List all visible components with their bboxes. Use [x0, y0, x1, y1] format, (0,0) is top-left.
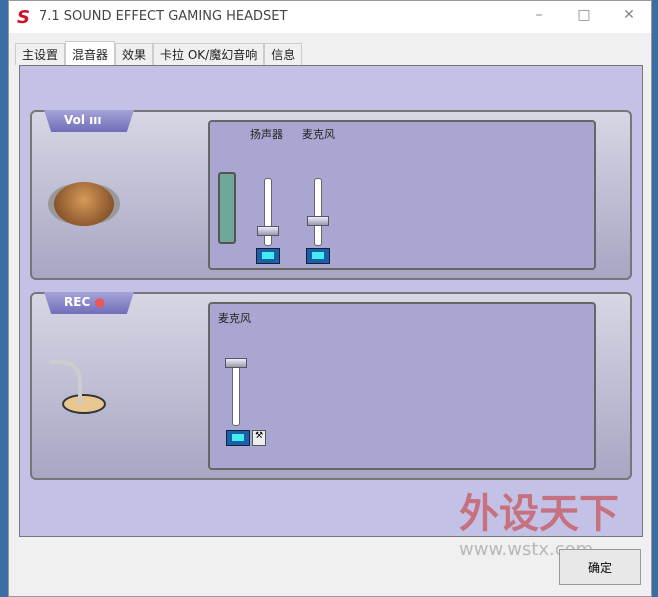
speaker-mute-button[interactable] [256, 248, 280, 264]
mic-boost-icon[interactable]: ⚒ [252, 430, 266, 446]
maximize-button[interactable]: □ [569, 7, 599, 23]
tab-effects[interactable]: 效果 [115, 43, 154, 65]
rec-mic-slider[interactable] [225, 358, 247, 368]
mic-volume-slider[interactable] [307, 216, 329, 226]
tab-bar: 主设置 混音器 效果 卡拉 OK/魔幻音响 信息 [15, 41, 303, 65]
speaker-volume-slider[interactable] [257, 226, 279, 236]
channel-label: 扬声器 [250, 128, 283, 141]
app-logo: S [17, 7, 30, 28]
rec-label: REC [64, 295, 91, 309]
channel-label: 麦克风 [302, 128, 335, 141]
record-section: REC ● 麦克风 ⚒ [30, 292, 632, 480]
record-channels: 麦克风 ⚒ [208, 302, 596, 470]
tab-mixer[interactable]: 混音器 [65, 41, 116, 65]
playback-label: Vol ııı [44, 110, 134, 132]
headphone-icon [54, 182, 114, 226]
mic-volume-track[interactable] [314, 178, 322, 246]
title-bar: S 7.1 SOUND EFFECT GAMING HEADSET – □ ✕ [9, 1, 651, 33]
playback-channels: 扬声器 麦克风 [208, 120, 596, 270]
ok-button[interactable]: 确定 [559, 549, 641, 585]
tab-info[interactable]: 信息 [264, 43, 303, 65]
window-title: 7.1 SOUND EFFECT GAMING HEADSET [39, 9, 288, 24]
rec-mic-track[interactable] [232, 358, 240, 426]
rec-mic-select-button[interactable] [226, 430, 250, 446]
record-label: REC ● [44, 292, 134, 314]
vol-label: Vol [64, 113, 85, 127]
app-window: S 7.1 SOUND EFFECT GAMING HEADSET – □ ✕ … [8, 0, 652, 597]
mixer-panel: Vol ııı 扬声器 麦克风 REC ● 麦克风 ⚒ [19, 65, 643, 537]
microphone-stand [50, 360, 82, 404]
mic-mute-button[interactable] [306, 248, 330, 264]
minimize-button[interactable]: – [524, 7, 554, 23]
watermark: 外设天下 [459, 491, 619, 537]
tab-main-settings[interactable]: 主设置 [15, 43, 66, 65]
close-button[interactable]: ✕ [614, 7, 644, 23]
tab-karaoke[interactable]: 卡拉 OK/魔幻音响 [153, 43, 265, 65]
playback-section: Vol ııı 扬声器 麦克风 [30, 110, 632, 280]
level-meter [218, 172, 236, 244]
channel-label: 麦克风 [218, 312, 251, 325]
